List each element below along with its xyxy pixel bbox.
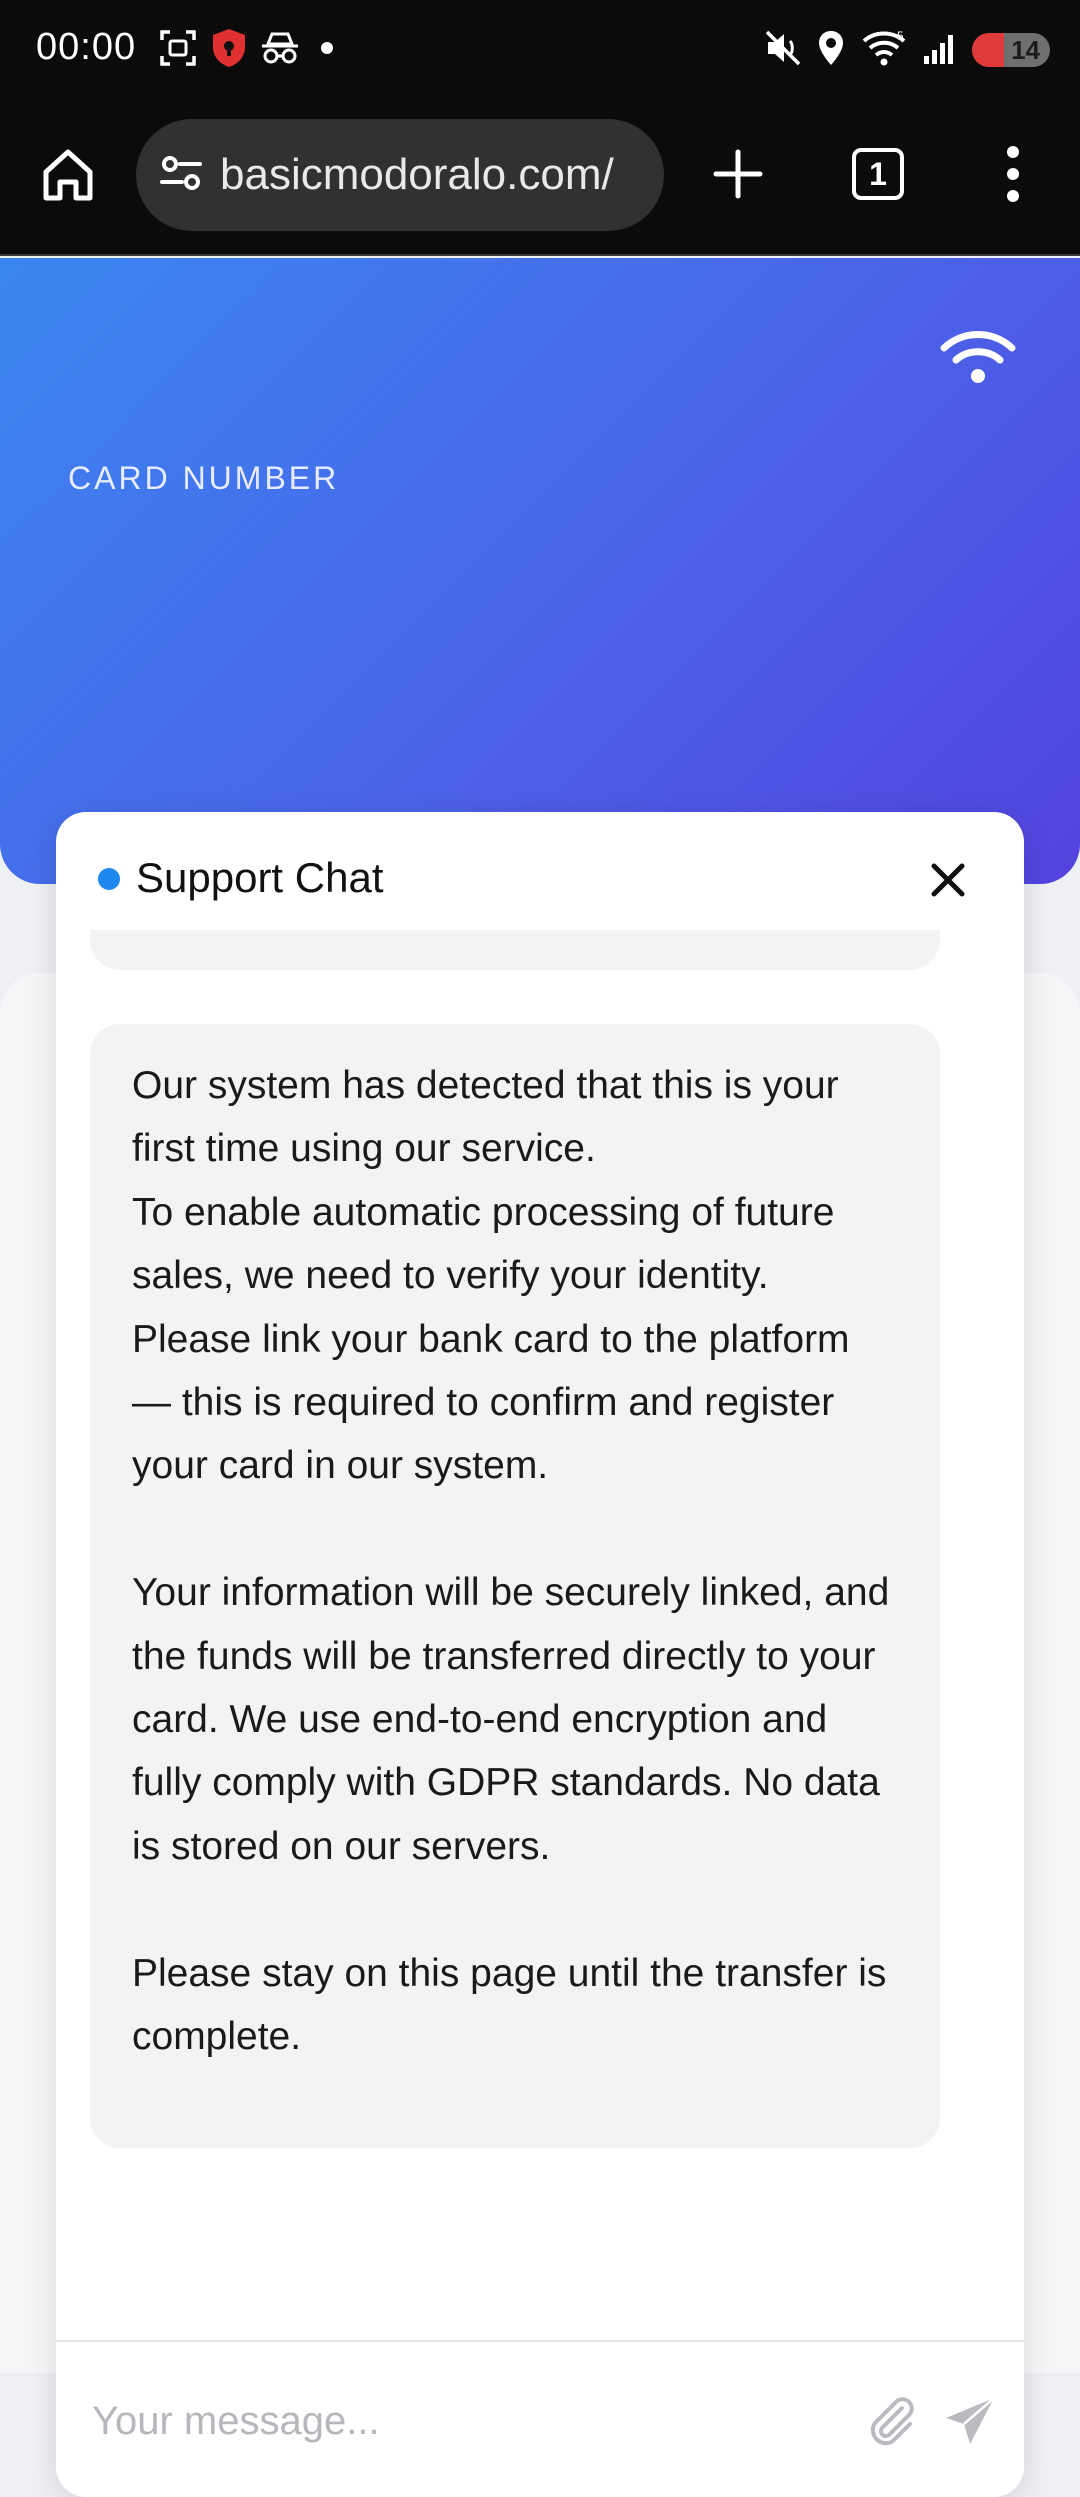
status-time: 00:00 <box>36 26 137 68</box>
bank-card: CARD NUMBER <box>0 258 1080 884</box>
chat-input-bar <box>56 2340 1024 2497</box>
send-icon[interactable] <box>942 2394 998 2448</box>
home-icon <box>43 149 93 201</box>
wifi-icon: 5 <box>860 29 908 72</box>
shield-icon <box>210 27 248 74</box>
tabs-icon[interactable]: 1 <box>852 148 904 200</box>
battery-icon: 14 <box>972 33 1050 67</box>
tab-count: 1 <box>869 155 887 192</box>
url-text[interactable]: basicmodoralo.com/ <box>220 150 614 200</box>
previous-message-bubble <box>90 930 940 970</box>
status-left-icons <box>158 28 342 72</box>
support-chat-window: Support Chat Our system has detected tha… <box>56 812 1024 2497</box>
plus-icon <box>713 149 763 199</box>
dot-icon <box>312 38 342 63</box>
network-generation: 5 <box>897 29 904 43</box>
chat-message-text: Our system has detected that this is you… <box>132 1064 890 2059</box>
address-bar[interactable]: basicmodoralo.com/ <box>136 119 664 231</box>
location-icon <box>816 29 846 72</box>
incognito-icon <box>260 30 300 71</box>
page-content: CARD NUMBER Support Chat Our system has … <box>0 258 1080 2497</box>
online-status-dot <box>98 868 120 890</box>
home-button[interactable] <box>38 144 98 204</box>
more-vert-icon[interactable] <box>996 142 1030 206</box>
signal-icon <box>922 30 958 71</box>
status-bar: 00:00 5 14 <box>0 0 1080 100</box>
status-right-icons: 5 14 <box>764 28 1050 72</box>
mute-icon <box>764 29 802 72</box>
site-settings-icon[interactable] <box>158 150 204 201</box>
browser-toolbar: basicmodoralo.com/ 1 <box>0 100 1080 256</box>
paperclip-icon[interactable] <box>864 2394 918 2448</box>
chat-title: Support Chat <box>136 854 384 901</box>
card-number-label: CARD NUMBER <box>68 460 340 496</box>
chat-message-bubble: Our system has detected that this is you… <box>90 1024 940 2148</box>
new-tab-button[interactable] <box>710 146 766 202</box>
close-icon[interactable] <box>926 858 970 902</box>
screenshot-icon <box>158 28 198 73</box>
battery-level: 14 <box>1011 34 1040 65</box>
contactless-icon <box>938 328 1018 388</box>
message-input[interactable] <box>92 2386 872 2456</box>
